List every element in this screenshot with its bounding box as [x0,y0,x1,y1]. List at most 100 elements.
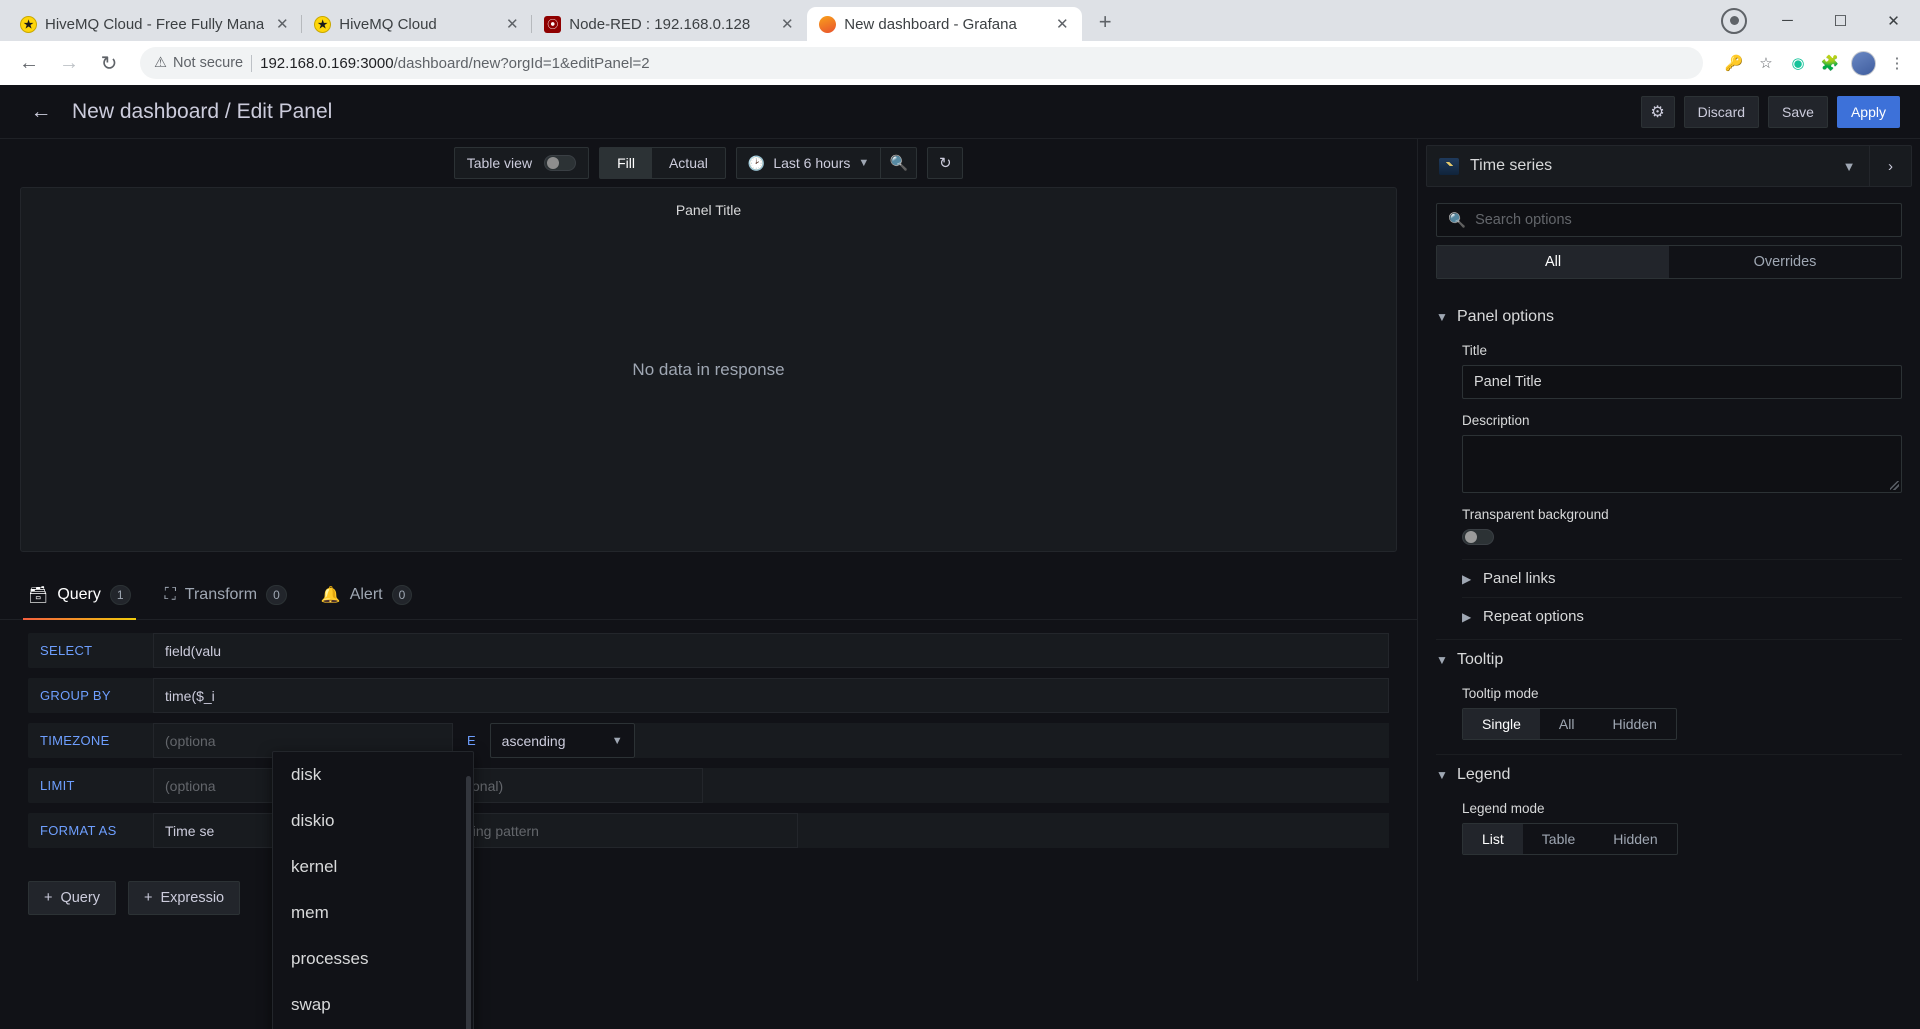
browser-tab[interactable]: ⦿ Node-RED : 192.168.0.128 ✕ [531,7,807,41]
timezone-key-label: TIMEZONE [28,723,153,758]
bell-icon: 🔔 [320,586,341,604]
tab-title: HiveMQ Cloud - Free Fully Mana [45,15,265,33]
dropdown-item-processes[interactable]: processes [273,936,473,982]
close-icon[interactable]: ✕ [777,14,797,34]
gear-icon[interactable]: ⚙ [1640,95,1675,128]
close-icon[interactable]: ✕ [1052,14,1072,34]
extensions-puzzle-icon[interactable]: 🧩 [1819,52,1841,74]
section-panel-links[interactable]: ▶ Panel links [1462,559,1902,597]
search-options-input[interactable]: 🔍 Search options [1436,203,1902,237]
minimize-button[interactable]: ─ [1761,0,1814,41]
add-expression-label: Expressio [160,890,225,906]
save-button[interactable]: Save [1768,95,1828,128]
omnibox-icons: 🔑 ☆ ◉ 🧩 ⋮ [1723,50,1908,76]
chevron-right-icon[interactable]: › [1869,146,1911,186]
chevron-down-icon[interactable]: ▼ [1829,146,1869,186]
new-tab-button[interactable]: + [1088,5,1122,39]
browser-profile-icon[interactable] [1721,7,1747,34]
table-view-label: Table view [466,155,533,171]
select-value[interactable]: field(valu [153,633,1389,668]
tab-query[interactable]: 🗃 Query 1 [23,570,136,620]
grammarly-extension-icon[interactable]: ◉ [1787,52,1809,74]
query-row-select: SELECT field(valu [28,628,1389,673]
zoom-out-icon[interactable]: 🔍 [880,148,916,178]
back-button[interactable]: ← [12,46,46,80]
visualization-picker[interactable]: Time series ▼ › [1426,145,1912,187]
close-window-button[interactable]: ✕ [1867,0,1920,41]
add-query-button[interactable]: + Query [28,881,116,915]
section-tooltip[interactable]: ▼ Tooltip [1436,640,1902,680]
arrow-left-icon[interactable]: ← [24,95,58,129]
legend-mode-table[interactable]: Table [1523,824,1594,854]
legend-mode-hidden[interactable]: Hidden [1594,824,1676,854]
transparent-background-toggle[interactable] [1462,529,1494,545]
tab-overrides[interactable]: Overrides [1669,246,1901,278]
alias-pattern-input[interactable]: hing pattern [453,813,798,848]
tooltip-mode-single[interactable]: Single [1463,709,1540,739]
slimit-input[interactable]: tional) [453,768,703,803]
dropdown-item-kernel[interactable]: kernel [273,844,473,890]
close-icon[interactable]: ✕ [502,14,522,34]
refresh-icon[interactable]: ↻ [927,147,964,179]
fill-actual-segment: Fill Actual [599,147,726,179]
browser-tab[interactable]: ★ HiveMQ Cloud - Free Fully Mana ✕ [8,7,302,41]
field-description: Description [1462,413,1902,493]
not-secure-indicator[interactable]: ⚠ Not secure [154,55,243,71]
nodered-icon: ⦿ [544,15,562,33]
close-icon[interactable]: ✕ [272,14,292,34]
tooltip-section-label: Tooltip [1457,651,1504,668]
legend-mode-segment: List Table Hidden [1462,823,1678,855]
grafana-icon [819,15,837,33]
bookmark-star-icon[interactable]: ☆ [1755,52,1777,74]
password-key-icon[interactable]: 🔑 [1723,52,1745,74]
order-direction-select[interactable]: ascending ▼ [489,723,635,758]
table-view-toggle-group[interactable]: Table view [453,147,590,179]
measurement-dropdown[interactable]: disk diskio kernel mem processes swap sy… [272,751,474,1029]
title-input[interactable]: Panel Title [1462,365,1902,399]
tooltip-mode-hidden[interactable]: Hidden [1593,709,1675,739]
groupby-value[interactable]: time($_i [153,678,1389,713]
field-tooltip-mode: Tooltip mode Single All Hidden [1462,686,1902,740]
avatar[interactable] [1851,50,1876,76]
query-row-groupby: GROUP BY time($_i [28,673,1389,718]
viz-name-label: Time series [1470,157,1553,174]
tooltip-mode-segment: Single All Hidden [1462,708,1677,740]
viz-picker-controls: ▼ › [1829,146,1911,186]
dropdown-item-mem[interactable]: mem [273,890,473,936]
apply-button[interactable]: Apply [1836,95,1900,128]
tooltip-mode-label: Tooltip mode [1462,686,1539,701]
dropdown-item-disk[interactable]: disk [273,752,473,798]
tab-title: HiveMQ Cloud [339,15,437,33]
maximize-button[interactable]: ☐ [1814,0,1867,41]
tab-alert[interactable]: 🔔 Alert 0 [321,570,413,620]
reload-button[interactable]: ↻ [92,46,126,80]
field-transparent-background: Transparent background [1462,507,1902,545]
address-bar[interactable]: ⚠ Not secure 192.168.0.169:3000/dashboar… [140,47,1703,79]
tab-query-label: Query [57,585,101,603]
select-key-label: SELECT [28,633,153,668]
tab-all[interactable]: All [1437,246,1669,278]
section-legend[interactable]: ▼ Legend [1436,755,1902,795]
browser-menu-icon[interactable]: ⋮ [1886,52,1908,74]
dropdown-scrollbar[interactable] [466,776,471,1029]
browser-tab[interactable]: ★ HiveMQ Cloud ✕ [301,7,532,41]
fill-button[interactable]: Fill [600,148,652,178]
dropdown-item-diskio[interactable]: diskio [273,798,473,844]
time-range-picker[interactable]: 🕑 Last 6 hours ▼ [737,148,880,178]
tab-transform[interactable]: ⛶ Transform 0 [165,570,287,620]
section-panel-options[interactable]: ▼ Panel options [1436,297,1902,337]
discard-button[interactable]: Discard [1683,95,1760,128]
forward-button[interactable]: → [52,46,86,80]
formatas-row-filler [798,813,1389,848]
tooltip-mode-all[interactable]: All [1540,709,1594,739]
dropdown-item-swap[interactable]: swap [273,982,473,1028]
section-repeat-options[interactable]: ▶ Repeat options [1462,597,1902,635]
description-textarea[interactable] [1462,435,1902,493]
browser-tab-active[interactable]: New dashboard - Grafana ✕ [807,7,1083,41]
table-view-toggle[interactable] [544,155,577,171]
actual-button[interactable]: Actual [652,148,725,178]
options-filter-tabs: All Overrides [1436,245,1902,279]
tab-title: New dashboard - Grafana [844,15,1017,33]
legend-mode-list[interactable]: List [1463,824,1523,854]
add-expression-button[interactable]: + Expressio [127,881,241,915]
